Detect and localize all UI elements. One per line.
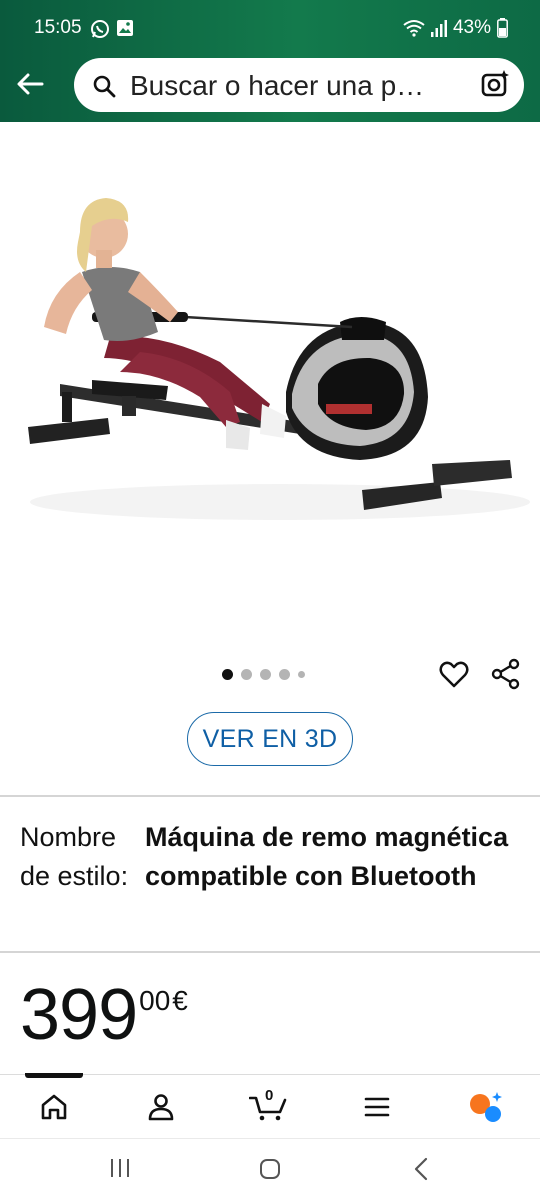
back-nav-icon[interactable]	[410, 1157, 434, 1186]
divider	[0, 951, 540, 953]
pager-dot[interactable]	[298, 671, 305, 678]
battery-percent: 43%	[452, 17, 491, 38]
divider	[0, 795, 540, 797]
gallery-icon	[116, 19, 134, 39]
pager-dot[interactable]	[222, 669, 233, 680]
product-image[interactable]	[0, 122, 540, 652]
search-icon	[92, 74, 116, 103]
status-bar: 15:05 43%	[0, 0, 540, 58]
header: Buscar o hacer una p…	[0, 58, 540, 122]
back-arrow-icon	[17, 73, 44, 95]
pager-dot[interactable]	[260, 669, 271, 680]
top-bar: 15:05 43% Buscar o hacer una p…	[0, 0, 540, 122]
bottom-nav: 0	[0, 1073, 540, 1138]
tab-account[interactable]	[141, 1089, 181, 1125]
rowing-machine-image	[28, 198, 530, 520]
style-value: Máquina de remo magnética compatible con…	[145, 822, 509, 891]
image-pager[interactable]	[222, 669, 305, 680]
home-button-icon[interactable]	[258, 1157, 282, 1186]
rufus-icon	[470, 1092, 502, 1122]
back-button[interactable]	[10, 64, 50, 104]
recent-apps-icon[interactable]	[108, 1157, 132, 1184]
price: 399 00 €	[20, 975, 188, 1055]
pager-dot[interactable]	[279, 669, 290, 680]
wifi-icon	[403, 19, 425, 37]
home-icon	[41, 1094, 67, 1120]
camera-search-icon[interactable]	[480, 69, 510, 104]
battery-icon	[497, 18, 508, 38]
pager-dot[interactable]	[241, 669, 252, 680]
active-tab-indicator	[25, 1073, 83, 1078]
signal-icon	[430, 19, 447, 37]
search-input[interactable]: Buscar o hacer una p…	[130, 70, 460, 102]
search-bar[interactable]: Buscar o hacer una p…	[74, 58, 524, 112]
style-label: Nombre de estilo:	[20, 822, 129, 891]
tab-menu[interactable]	[357, 1089, 397, 1125]
share-icon[interactable]	[490, 658, 522, 690]
price-currency: €	[172, 985, 188, 1016]
tab-rufus[interactable]	[466, 1089, 506, 1125]
heart-icon[interactable]	[438, 658, 470, 690]
style-row[interactable]: Nombre de estilo: Máquina de remo magnét…	[0, 818, 540, 948]
cart-count: 0	[265, 1087, 274, 1104]
whatsapp-icon	[90, 19, 110, 39]
status-time: 15:05	[34, 17, 82, 38]
price-fraction: 00	[139, 985, 171, 1016]
tab-home[interactable]	[34, 1089, 74, 1125]
view-3d-button[interactable]: VER EN 3D	[187, 712, 353, 766]
menu-icon	[364, 1097, 390, 1117]
system-nav-bar	[0, 1138, 540, 1200]
account-icon	[148, 1094, 174, 1121]
price-whole: 399	[20, 975, 138, 1055]
